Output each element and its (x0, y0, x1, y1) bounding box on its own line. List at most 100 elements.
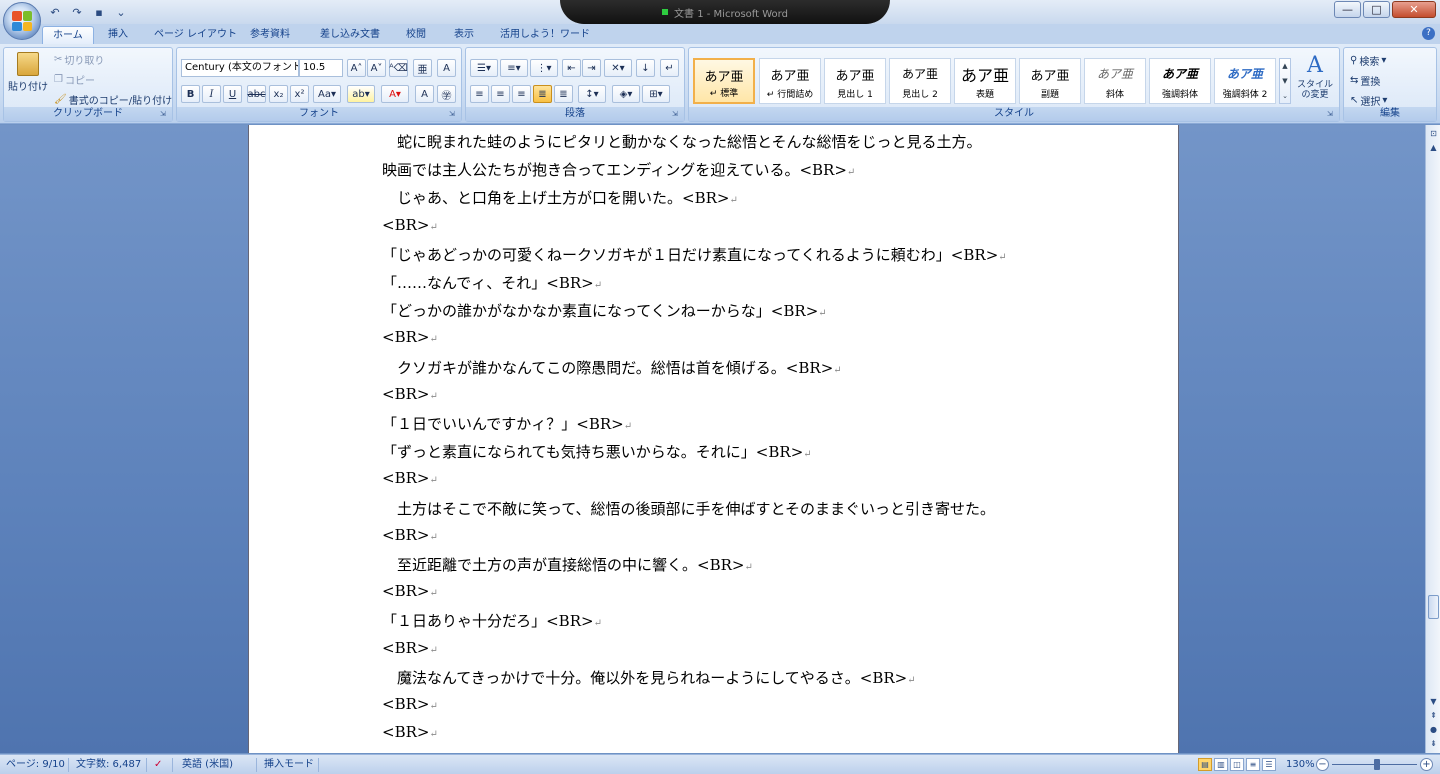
customize-qat-button[interactable]: ⌄ (112, 4, 130, 20)
document-line[interactable]: <BR>↵ (382, 695, 438, 713)
document-line[interactable]: 「じゃあどっかの可愛くねークソガキが１日だけ素直になってくれるように頼むわ」<B… (382, 244, 1007, 265)
tab-page-layout[interactable]: ページ レイアウト (144, 26, 247, 44)
italic-button[interactable]: I (202, 85, 221, 103)
tab-mailings[interactable]: 差し込み文書 (310, 26, 390, 44)
outline-view-icon[interactable]: ≡ (1246, 758, 1260, 771)
bullets-button[interactable]: ☰▾ (470, 59, 498, 77)
document-line[interactable]: 「ずっと素直になられても気持ち悪いからな。それに」<BR>↵ (382, 441, 812, 462)
tab-addin-word[interactable]: 活用しよう！ワード (490, 26, 600, 44)
tab-review[interactable]: 校閲 (396, 26, 436, 44)
shading-button[interactable]: ◈▾ (612, 85, 640, 103)
phonetic-guide-button[interactable]: 亜 (413, 59, 432, 77)
full-screen-reading-icon[interactable]: ▥ (1214, 758, 1228, 771)
scroll-up-icon[interactable]: ▲ (1427, 141, 1440, 155)
change-case-button[interactable]: Aa▾ (313, 85, 341, 103)
sort-button[interactable]: ↓ (636, 59, 655, 77)
clear-format-button[interactable]: ᴬ⌫ (389, 59, 408, 77)
paragraph-launcher-icon[interactable]: ⇲ (672, 110, 681, 119)
styles-launcher-icon[interactable]: ⇲ (1327, 110, 1336, 119)
style-gallery-scroll[interactable]: ▲ ▼ ⌄ (1279, 58, 1291, 104)
document-line[interactable]: 「１日でいいんですかィ？」<BR>↵ (382, 413, 632, 434)
underline-button[interactable]: U (223, 85, 242, 103)
increase-indent-button[interactable]: ⇥ (582, 59, 601, 77)
document-line[interactable]: 魔法なんてきっかけで十分。俺以外を見られねーようにしてやるさ。<BR>↵ (382, 667, 916, 688)
char-shading-button[interactable]: A (415, 85, 434, 103)
office-button[interactable] (3, 2, 41, 40)
document-line[interactable]: <BR>↵ (382, 469, 438, 487)
document-line[interactable]: 土方はそこで不敵に笑って、総悟の後頭部に手を伸ばすとそのままぐいっと引き寄せた。 (382, 498, 995, 519)
ruler-toggle-icon[interactable]: ⊡ (1427, 127, 1440, 141)
grow-font-button[interactable]: A˄ (347, 59, 366, 77)
proofing-icon[interactable]: ✓ (150, 755, 166, 774)
prev-page-icon[interactable]: ⇞ (1427, 709, 1440, 723)
change-styles-button[interactable]: A スタイルの変更 (1293, 54, 1337, 101)
style-heading-2[interactable]: あア亜 見出し 2 (889, 58, 951, 104)
cut-button[interactable]: ✂ 切り取り (54, 52, 104, 67)
document-line[interactable]: 至近距離で土方の声が直接総悟の中に響く。<BR>↵ (382, 554, 753, 575)
font-color-button[interactable]: A▾ (381, 85, 409, 103)
bold-button[interactable]: B (181, 85, 200, 103)
insert-mode-indicator[interactable]: 挿入モード (260, 755, 318, 774)
zoom-level[interactable]: 130% (1282, 755, 1319, 774)
replace-button[interactable]: ⇆ 置換 (1350, 73, 1380, 88)
minimize-button[interactable]: — (1334, 1, 1361, 18)
decrease-indent-button[interactable]: ⇤ (562, 59, 581, 77)
select-button[interactable]: ↖ 選択 ▾ (1350, 93, 1387, 108)
document-line[interactable]: <BR>↵ (382, 328, 438, 346)
document-line[interactable]: <BR>↵ (382, 216, 438, 234)
maximize-button[interactable]: □ (1363, 1, 1390, 18)
zoom-slider-thumb[interactable] (1374, 759, 1380, 770)
tab-insert[interactable]: 挿入 (98, 26, 138, 44)
draft-view-icon[interactable]: ☰ (1262, 758, 1276, 771)
enclose-char-button[interactable]: ㊫ (437, 85, 456, 103)
scroll-thumb[interactable] (1428, 595, 1439, 619)
document-page[interactable]: 蛇に睨まれた蛙のようにピタリと動かなくなった総悟とそんな総悟をじっと見る土方。映… (248, 125, 1179, 753)
paste-button[interactable]: 貼り付け (8, 52, 48, 93)
justify-button[interactable]: ≣ (533, 85, 552, 103)
copy-button[interactable]: ❐ コピー (54, 72, 95, 87)
document-line[interactable]: 映画では主人公たちが抱き合ってエンディングを迎えている。<BR>↵ (382, 159, 855, 180)
document-line[interactable]: じゃあ、と口角を上げ土方が口を開いた。<BR>↵ (382, 187, 738, 208)
highlight-button[interactable]: ab▾ (347, 85, 375, 103)
language-indicator[interactable]: 英語 (米国) (178, 755, 237, 774)
vertical-scrollbar[interactable]: ⊡ ▲ ▼ ⇞ ● ⇟ (1425, 125, 1440, 753)
align-left-button[interactable]: ≡ (470, 85, 489, 103)
help-icon[interactable]: ? (1422, 27, 1435, 40)
tab-references[interactable]: 参考資料 (240, 26, 300, 44)
scroll-down-icon[interactable]: ▼ (1427, 695, 1440, 709)
numbering-button[interactable]: ≡▾ (500, 59, 528, 77)
next-page-icon[interactable]: ⇟ (1427, 737, 1440, 751)
document-line[interactable]: <BR>↵ (382, 582, 438, 600)
document-line[interactable]: <BR>↵ (382, 723, 438, 741)
borders-button[interactable]: ⊞▾ (642, 85, 670, 103)
find-button[interactable]: ⚲ 検索 ▾ (1350, 53, 1386, 68)
document-line[interactable]: 蛇に睨まれた蛙のようにピタリと動かなくなった総悟とそんな総悟をじっと見る土方。 (382, 131, 982, 152)
redo-button[interactable]: ↷ (68, 4, 86, 20)
char-border-button[interactable]: A (437, 59, 456, 77)
strikethrough-button[interactable]: abc (247, 85, 266, 103)
web-layout-icon[interactable]: ◫ (1230, 758, 1244, 771)
show-marks-button[interactable]: ↵ (660, 59, 679, 77)
style-emphasis[interactable]: あア亜 斜体 (1084, 58, 1146, 104)
subscript-button[interactable]: x₂ (269, 85, 288, 103)
document-line[interactable]: クソガキが誰かなんてこの際愚問だ。総悟は首を傾げる。<BR>↵ (382, 357, 842, 378)
page-indicator[interactable]: ページ: 9/10 (2, 755, 69, 774)
format-painter-button[interactable]: 🖌 書式のコピー/貼り付け (54, 92, 172, 107)
print-layout-icon[interactable]: ▤ (1198, 758, 1212, 771)
style-no-spacing[interactable]: あア亜 ↵ 行間詰め (759, 58, 821, 104)
font-size-field[interactable]: 10.5 (299, 59, 343, 77)
style-heading-1[interactable]: あア亜 見出し 1 (824, 58, 886, 104)
font-launcher-icon[interactable]: ⇲ (449, 110, 458, 119)
zoom-out-icon[interactable]: − (1316, 758, 1329, 771)
close-button[interactable]: ✕ (1392, 1, 1436, 18)
style-intense-emphasis-2[interactable]: あア亜 強調斜体 2 (1214, 58, 1276, 104)
superscript-button[interactable]: x² (290, 85, 309, 103)
distribute-button[interactable]: ≣ (554, 85, 573, 103)
save-button[interactable]: ▪ (90, 4, 108, 20)
line-spacing-button[interactable]: ↕▾ (578, 85, 606, 103)
document-line[interactable]: <BR>↵ (382, 526, 438, 544)
document-line[interactable]: 「……なんでィ、それ」<BR>↵ (382, 272, 602, 293)
undo-button[interactable]: ↶ (46, 4, 64, 20)
tab-home[interactable]: ホーム (42, 26, 94, 44)
char-spacing-button[interactable]: ✕▾ (604, 59, 632, 77)
